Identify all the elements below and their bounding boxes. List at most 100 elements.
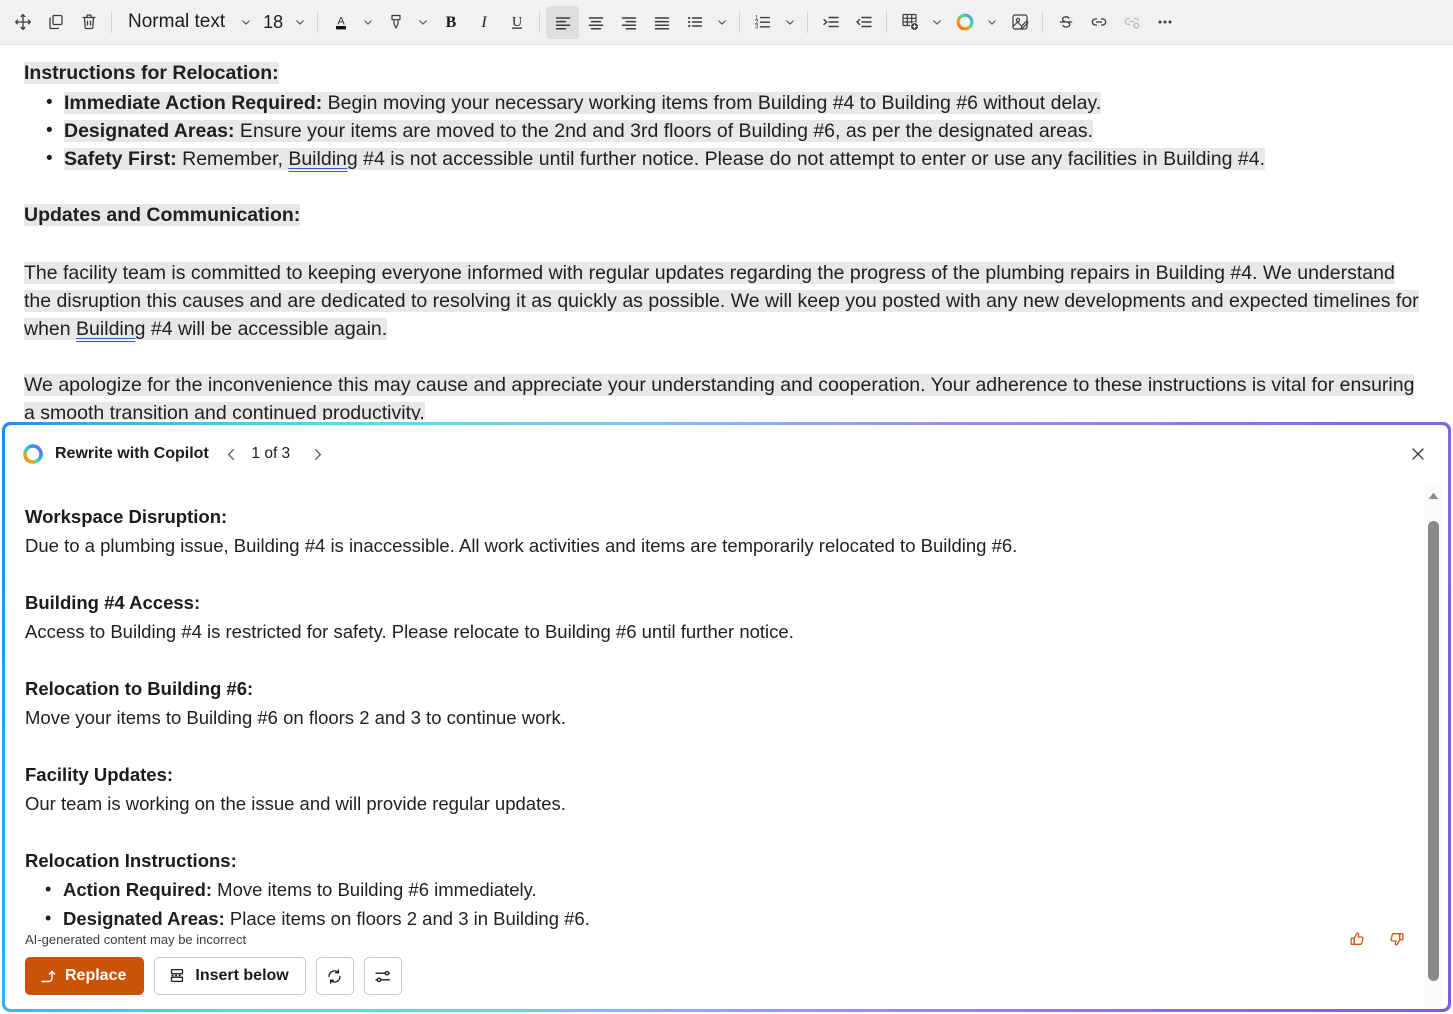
next-suggestion-button[interactable] [303, 439, 333, 469]
svg-text:B: B [445, 14, 456, 31]
previous-suggestion-button[interactable] [217, 439, 247, 469]
numbered-list-icon[interactable]: 1 2 3 [746, 6, 779, 39]
suggestion-bullet-item: Action Required: Move items to Building … [25, 875, 1374, 904]
unlink-icon[interactable] [1115, 6, 1148, 39]
scrollbar-track[interactable] [1424, 507, 1442, 1009]
move-handle-icon[interactable] [6, 6, 39, 39]
toolbar-divider [539, 11, 541, 33]
chevron-down-icon[interactable] [235, 6, 257, 39]
document-bullet-item: Safety First: Remember, Building #4 is n… [24, 145, 1427, 173]
font-size-select[interactable]: 18 [257, 6, 289, 39]
copilot-panel-header: Rewrite with Copilot 1 of 3 [5, 425, 1448, 483]
chevron-down-icon[interactable] [779, 6, 801, 39]
decrease-indent-icon[interactable] [847, 6, 880, 39]
bulleted-list-icon[interactable] [678, 6, 711, 39]
document-bullet-item: Immediate Action Required: Begin moving … [24, 89, 1427, 117]
increase-indent-icon[interactable] [814, 6, 847, 39]
adjust-settings-button[interactable] [363, 957, 402, 995]
copilot-action-bar: Replace Insert below [25, 957, 402, 995]
toolbar-divider [739, 11, 741, 33]
chevron-down-icon[interactable] [711, 6, 733, 39]
formatting-toolbar: Normal text 18 A B I U 1 2 3 [0, 0, 1453, 45]
toolbar-divider [886, 11, 888, 33]
document-bullet-item: Designated Areas: Ensure your items are … [24, 117, 1427, 145]
regenerate-button[interactable] [315, 957, 354, 995]
align-justify-icon[interactable] [645, 6, 678, 39]
toolbar-divider [111, 11, 112, 33]
scroll-up-icon[interactable] [1424, 485, 1442, 507]
replace-button-label: Replace [65, 967, 127, 984]
toolbar-divider [807, 11, 809, 33]
insert-below-button[interactable]: Insert below [154, 957, 306, 995]
document-canvas[interactable]: Instructions for Relocation: Immediate A… [0, 45, 1453, 420]
paragraph-style-select[interactable]: Normal text [118, 6, 235, 39]
bold-icon[interactable]: B [434, 6, 467, 39]
suggestion-section-heading: Relocation Instructions: [25, 850, 237, 871]
duplicate-icon[interactable] [39, 6, 72, 39]
svg-text:I: I [480, 14, 487, 31]
document-heading-2: Updates and Communication: [24, 204, 301, 226]
suggestion-section-body: Move your items to Building #6 on floors… [25, 707, 566, 728]
copilot-logo-icon [21, 442, 45, 466]
italic-icon[interactable]: I [467, 6, 500, 39]
document-paragraph-2: We apologize for the inconvenience this … [24, 371, 1427, 420]
suggestion-section-heading: Workspace Disruption: [25, 506, 228, 527]
strikethrough-icon[interactable] [1049, 6, 1082, 39]
ai-disclaimer-text: AI-generated content may be incorrect [25, 932, 247, 947]
align-left-icon[interactable] [546, 5, 580, 39]
close-icon[interactable] [1402, 438, 1434, 470]
chevron-down-icon[interactable] [926, 6, 948, 39]
document-heading-1: Instructions for Relocation: [24, 62, 279, 84]
suggestion-section-heading: Building #4 Access: [25, 592, 201, 613]
rewrite-with-copilot-panel: Rewrite with Copilot 1 of 3 Workspace Di… [2, 422, 1451, 1012]
delete-icon[interactable] [72, 6, 105, 39]
thumbs-down-icon[interactable] [1384, 927, 1408, 951]
suggestion-section-heading: Relocation to Building #6: [25, 678, 254, 699]
document-bullet-list: Immediate Action Required: Begin moving … [24, 89, 1427, 173]
copilot-suggestion-body: Workspace Disruption: Due to a plumbing … [5, 483, 1390, 1009]
suggestion-scrollbar[interactable] [1424, 485, 1442, 1009]
replace-button[interactable]: Replace [25, 957, 145, 995]
thumbs-up-icon[interactable] [1346, 927, 1370, 951]
document-spacer [24, 343, 1427, 371]
spelling-suggestion-link[interactable]: Building [76, 318, 145, 340]
feedback-controls [1346, 927, 1408, 951]
suggestion-section-body: Our team is working on the issue and wil… [25, 793, 566, 814]
suggestion-bullet-item: Designated Areas: Place items on floors … [25, 904, 1374, 933]
document-paragraph-1: The facility team is committed to keepin… [24, 262, 1419, 340]
suggestion-section-body: Access to Building #4 is restricted for … [25, 621, 794, 642]
insert-table-icon[interactable] [893, 6, 926, 39]
chevron-down-icon[interactable] [357, 6, 379, 39]
suggestion-section-heading: Facility Updates: [25, 764, 174, 785]
document-spacer [24, 231, 1427, 259]
copilot-panel-title: Rewrite with Copilot [55, 445, 209, 462]
chevron-down-icon[interactable] [412, 6, 434, 39]
more-options-icon[interactable] [1148, 6, 1181, 39]
toolbar-divider [317, 11, 319, 33]
link-icon[interactable] [1082, 6, 1115, 39]
suggestion-section-body: Due to a plumbing issue, Building #4 is … [25, 535, 1018, 556]
align-right-icon[interactable] [612, 6, 645, 39]
align-center-icon[interactable] [579, 6, 612, 39]
toolbar-divider [1042, 11, 1044, 33]
svg-text:A: A [337, 16, 345, 28]
refresh-icon [325, 967, 344, 986]
chevron-down-icon[interactable] [981, 6, 1003, 39]
replace-arrow-icon [39, 968, 56, 985]
spelling-suggestion-link[interactable]: Building [288, 148, 357, 170]
edit-image-icon[interactable] [1003, 6, 1036, 39]
copilot-icon[interactable] [948, 6, 981, 39]
sliders-icon [373, 967, 392, 986]
document-spacer [24, 173, 1427, 201]
insert-below-button-label: Insert below [195, 967, 289, 984]
scrollbar-thumb[interactable] [1428, 521, 1439, 981]
highlight-icon[interactable] [379, 6, 412, 39]
underline-icon[interactable]: U [500, 6, 533, 39]
svg-text:3: 3 [755, 25, 759, 31]
chevron-down-icon[interactable] [289, 6, 311, 39]
font-color-icon[interactable]: A [324, 6, 357, 39]
